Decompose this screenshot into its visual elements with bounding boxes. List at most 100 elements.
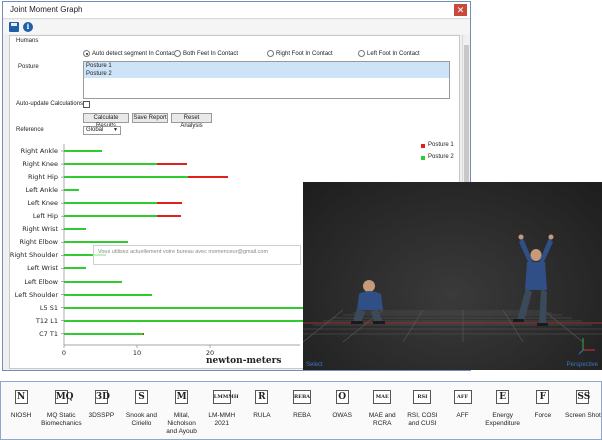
- bar-posture-2: [64, 215, 158, 218]
- toolbar-item-label: OWAS: [332, 412, 352, 419]
- posture-listbox[interactable]: Posture 1 Posture 2: [83, 61, 450, 99]
- radio-both-feet[interactable]: [174, 50, 181, 57]
- radio-auto-detect[interactable]: [83, 50, 90, 57]
- legend-label-posture-2: Posture 2: [428, 154, 454, 160]
- 3d-scene: [303, 234, 602, 355]
- posture-list-item[interactable]: Posture 2: [84, 70, 449, 78]
- toolbar-item-label: AFF: [456, 412, 469, 419]
- viewport-select-label[interactable]: Select: [306, 362, 323, 368]
- bar-posture-2: [64, 150, 102, 152]
- chevron-down-icon: ▼: [113, 127, 118, 133]
- notification-text: Vous utilisez actuellement votre bureau …: [98, 249, 269, 255]
- toolbar-item-label: Energy Expenditure: [485, 412, 520, 427]
- toolbar-item-label: Snook and Ciriello: [125, 412, 157, 427]
- bar-posture-2: [64, 202, 158, 205]
- standing-human-figure: [513, 234, 554, 326]
- toolbar-item-lm-mmh-2021[interactable]: LMMMH LM-MMH 2021: [202, 382, 242, 440]
- toolbar-item-screen-shot[interactable]: SS Screen Shot: [563, 382, 602, 440]
- scrollbar-thumb[interactable]: [464, 45, 469, 195]
- toolbar-item-label: MQ Static Biomechanics: [41, 412, 82, 427]
- toolbar-item-rsi-cosi-and-cusi[interactable]: RSI RSI, COSI and CUSI: [402, 382, 442, 440]
- y-tick-label: Left Elbow: [24, 277, 58, 286]
- crouching-human-figure: [351, 280, 385, 324]
- mital-nicholson-and-ayoub-icon: M: [175, 390, 189, 404]
- toolbar-item-energy-expenditure[interactable]: E Energy Expenditure: [483, 382, 523, 440]
- y-tick-label: Right Hip: [27, 173, 58, 182]
- radio-left-foot-label: Left Foot In Contact: [367, 50, 420, 57]
- toolbar-item-snook-and-ciriello[interactable]: S Snook and Ciriello: [121, 382, 161, 440]
- force-icon: F: [536, 390, 550, 404]
- reference-label: Reference: [16, 127, 44, 133]
- bar-posture-2: [64, 280, 123, 283]
- 3dsspp-icon: 3D: [94, 390, 110, 404]
- toolbar-item-3dsspp[interactable]: 3D 3DSSPP: [81, 382, 121, 440]
- bar-posture-2: [64, 189, 79, 192]
- y-tick-label: L5 S1: [39, 303, 58, 312]
- toolbar-item-mq-static-biomechanics[interactable]: MQ MQ Static Biomechanics: [41, 382, 82, 440]
- toolbar-item-label: Mital, Nicholson and Ayoub: [166, 412, 197, 435]
- toolbar-item-label: MAE and RCRA: [368, 412, 396, 427]
- save-icon[interactable]: [9, 22, 19, 32]
- save-report-button[interactable]: Save Report: [132, 113, 168, 123]
- auto-update-checkbox[interactable]: [83, 101, 90, 108]
- floor-grid: [303, 309, 602, 343]
- reference-select-value: Global: [86, 127, 104, 133]
- radio-auto-detect-label: Auto detect segment In Contact: [92, 50, 177, 57]
- radio-both-feet-label: Both Feet In Contact: [183, 50, 239, 57]
- analysis-toolbar: N NIOSH MQ MQ Static Biomechanics 3D 3DSSPP S S…: [0, 381, 602, 440]
- y-tick-label: Left Hip: [32, 212, 58, 221]
- x-tick-label: 10: [132, 349, 142, 357]
- y-tick-label: Left Shoulder: [14, 290, 58, 299]
- window-toolbar: i: [3, 20, 470, 34]
- bar-posture-2: [64, 293, 152, 296]
- info-icon[interactable]: i: [23, 22, 33, 32]
- title-bar[interactable]: Joint Moment Graph ✕: [3, 2, 470, 19]
- window-title: Joint Moment Graph: [10, 5, 83, 14]
- toolbar-item-force[interactable]: F Force: [523, 382, 563, 440]
- bar-posture-2: [64, 228, 86, 231]
- legend-label-posture-1: Posture 1: [428, 142, 454, 148]
- auto-update-label: Auto-update Calculations: [16, 101, 84, 107]
- 3d-viewport[interactable]: Select Perspective: [303, 182, 602, 370]
- radio-left-foot[interactable]: [358, 50, 365, 57]
- bar-posture-2: [64, 332, 143, 335]
- toolbar-item-owas[interactable]: O OWAS: [322, 382, 362, 440]
- y-tick-label: Right Elbow: [19, 238, 58, 247]
- owas-icon: O: [335, 390, 349, 404]
- toolbar-item-rula[interactable]: R RULA: [242, 382, 282, 440]
- toolbar-item-label: REBA: [293, 412, 311, 419]
- bar-posture-2: [64, 241, 129, 244]
- niosh-icon: N: [14, 390, 28, 404]
- toolbar-item-reba[interactable]: REBA REBA: [282, 382, 322, 440]
- toolbar-item-label: RULA: [253, 412, 271, 419]
- posture-list-item[interactable]: Posture 1: [84, 62, 449, 70]
- rsi-cosi-and-cusi-icon: RSI: [413, 390, 432, 404]
- y-tick-label: Right Wrist: [22, 225, 58, 234]
- radio-right-foot[interactable]: [267, 50, 274, 57]
- viewport-perspective-label[interactable]: Perspective: [567, 362, 598, 368]
- toolbar-item-mae-and-rcra[interactable]: MAE MAE and RCRA: [362, 382, 402, 440]
- bar-posture-2: [64, 176, 189, 179]
- close-button[interactable]: ✕: [454, 4, 467, 16]
- reference-select[interactable]: Global ▼: [83, 126, 121, 135]
- humans-section-label: Humans: [16, 38, 39, 44]
- reset-analysis-button[interactable]: Reset Analysis: [171, 113, 212, 129]
- posture-label: Posture: [18, 64, 39, 70]
- lm-mmh-2021-icon: LMMMH: [212, 390, 239, 404]
- toolbar-item-label: RSI, COSI and CUSI: [407, 412, 438, 427]
- snook-and-ciriello-icon: S: [134, 390, 148, 404]
- toolbar-item-mital-nicholson-and-ayoub[interactable]: M Mital, Nicholson and Ayoub: [162, 382, 202, 440]
- bar-posture-2: [64, 163, 158, 166]
- x-axis-title: newton-meters: [206, 356, 282, 366]
- toolbar-item-label: LM-MMH 2021: [208, 412, 236, 427]
- legend-swatch-posture-2: [421, 156, 425, 160]
- calculate-results-button[interactable]: Calculate Results: [83, 113, 129, 129]
- toolbar-item-label: 3DSSPP: [88, 412, 115, 419]
- radio-right-foot-label: Right Foot In Contact: [276, 50, 333, 57]
- y-tick-label: C7 T1: [39, 329, 58, 338]
- y-tick-label: Right Shoulder: [9, 251, 58, 260]
- application-canvas: Joint Moment Graph ✕ i Humans Posture Au…: [0, 0, 602, 440]
- toolbar-item-niosh[interactable]: N NIOSH: [1, 382, 41, 440]
- toolbar-item-aff[interactable]: AFF AFF: [442, 382, 482, 440]
- x-tick-label: 0: [61, 349, 67, 357]
